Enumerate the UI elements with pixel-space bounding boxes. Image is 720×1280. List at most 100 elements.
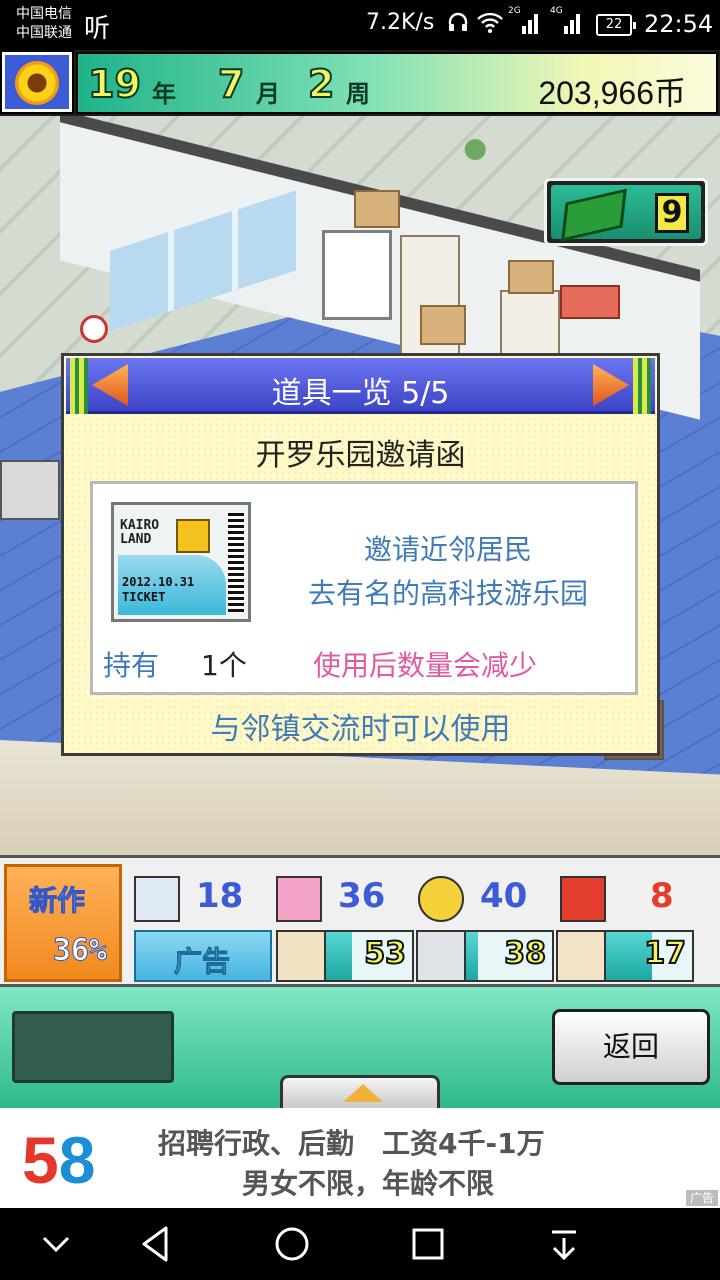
pull-down-icon [552, 1230, 576, 1261]
company-portrait[interactable] [0, 50, 74, 114]
inventory-button[interactable]: 9 [544, 178, 708, 246]
ticket-icon: KAIRO LAND 2012.10.31 TICKET [111, 502, 251, 622]
empty-slot [12, 1011, 174, 1083]
stat-bugs: 8 [650, 876, 674, 916]
ad-text-line1: 招聘行政、后勤 工资4千-1万 [158, 1127, 545, 1160]
cardboard-box [508, 260, 554, 294]
red-box [560, 285, 620, 319]
square-recents-icon [412, 1228, 444, 1260]
item-name: 开罗乐园邀请函 [255, 438, 466, 473]
circle-home-icon [275, 1227, 309, 1261]
signal-4g-label: 4G [550, 6, 563, 16]
ad-text-line2: 男女不限，年龄不限 [242, 1167, 495, 1200]
gauge-sound: 38 [416, 930, 554, 982]
gauge-value: 17 [643, 935, 687, 972]
document-icon [134, 876, 180, 922]
cardboard-box [354, 190, 400, 228]
usage-hint: 与邻镇交流时可以使用 [210, 712, 511, 747]
carrier-1: 中国电信 [16, 6, 72, 22]
barcode-icon [228, 513, 244, 613]
new-project-card[interactable]: 新作 36% [4, 864, 122, 982]
smiley-icon [418, 876, 464, 922]
stat-creativity: 36 [338, 876, 386, 916]
stat-fun: 18 [196, 876, 244, 916]
signal-2g-label: 2G [508, 6, 521, 16]
desk [0, 460, 60, 520]
headphones-icon [446, 10, 470, 39]
item-list-dialog: 道具一览 5/5 开罗乐园邀请函 KAIRO LAND 2012.10.31 T… [61, 353, 660, 756]
triangle-back-icon [142, 1226, 168, 1262]
cardboard-box [420, 305, 466, 345]
gauge-graphics: 53 [276, 930, 414, 982]
carrier-names: 中国电信 中国联通 [16, 5, 72, 43]
logo-8: 8 [58, 1123, 96, 1197]
carrier-2: 中国联通 [16, 25, 72, 41]
ticket-date: 2012.10.31 [122, 575, 195, 589]
dialog-title: 道具一览 5/5 [271, 376, 450, 411]
recents-nav-button[interactable] [404, 1222, 452, 1266]
wall-clock-icon [80, 315, 108, 343]
hide-nav-button[interactable] [32, 1222, 80, 1266]
home-nav-button[interactable] [268, 1222, 316, 1266]
logo-5: 5 [22, 1123, 59, 1197]
held-label: 持有 [103, 649, 160, 682]
month-value: 7 [217, 61, 245, 107]
held-note: 使用后数量会减少 [313, 649, 538, 682]
whiteboard [322, 230, 392, 320]
development-stats-bar[interactable]: 新作 36% 18 36 40 8 广告 53 38 17 [0, 855, 720, 987]
up-arrow-icon [343, 1084, 383, 1102]
sunflower-icon [15, 61, 59, 105]
top-hud: 19 年 7 月 2 周 203,966币 [0, 50, 720, 116]
date-money-bar: 19 年 7 月 2 周 203,966币 [76, 52, 718, 114]
money-display: 203,966币 [538, 75, 686, 111]
ticket-label: TICKET [122, 590, 166, 604]
bug-icon [560, 876, 606, 922]
navigation-bar [0, 1208, 720, 1280]
back-nav-button[interactable] [132, 1222, 180, 1266]
robot-mascot-icon [176, 519, 210, 553]
book-icon [561, 188, 627, 242]
gauge-value: 53 [363, 935, 407, 972]
battery-icon: 22 [596, 14, 636, 36]
sound-icon [418, 932, 466, 980]
year-unit: 年 [152, 80, 176, 108]
control-area: 返回 [0, 987, 720, 1108]
notification-nav-button[interactable] [540, 1222, 588, 1266]
year-value: 19 [87, 61, 142, 107]
status-bar: 中国电信 中国联通 听 7.2K/s 2G 4G 22 22:54 [0, 0, 720, 50]
net-speed: 7.2K/s [366, 10, 435, 35]
ticket-brand-line1: KAIRO [120, 518, 160, 533]
item-detail-panel: KAIRO LAND 2012.10.31 TICKET 邀请近邻居民 去有名的… [90, 481, 638, 695]
description-line1: 邀请近邻居民 [363, 533, 532, 566]
new-project-label: 新作 [28, 884, 86, 918]
ad-banner[interactable]: 58 招聘行政、后勤 工资4千-1万 男女不限，年龄不限 广告 [0, 1108, 720, 1208]
inventory-button-face: 9 [551, 185, 701, 242]
ticket-brand-line2: LAND [120, 532, 152, 547]
chevron-down-icon [42, 1236, 70, 1253]
signal-2g-icon: 2G [508, 6, 542, 41]
signal-4g-icon: 4G [550, 6, 584, 41]
dialog-header: 道具一览 5/5 [66, 358, 655, 414]
ticket-brand: KAIRO LAND [120, 519, 159, 547]
ad-label: 广告 [173, 945, 231, 979]
stat-graphics: 40 [480, 876, 528, 916]
character-icon [558, 932, 606, 980]
back-button[interactable]: 返回 [552, 1009, 710, 1085]
painting-icon [278, 932, 326, 980]
ad-button[interactable]: 广告 [134, 930, 272, 982]
computer-icon [276, 876, 322, 922]
new-project-progress: 36% [52, 933, 107, 969]
description-line2: 去有名的高科技游乐园 [307, 577, 588, 610]
item-description: 邀请近邻居民 去有名的高科技游乐园 [273, 528, 623, 616]
week-unit: 周 [346, 80, 370, 108]
week-value: 2 [307, 61, 335, 107]
gauge-value: 38 [503, 935, 547, 972]
listen-app-icon: 听 [84, 14, 111, 44]
expand-menu-button[interactable] [280, 1075, 440, 1108]
ticket-text: 2012.10.31 TICKET [122, 575, 194, 605]
gauge-character: 17 [556, 930, 694, 982]
clock: 22:54 [644, 10, 714, 38]
58-logo: 58 [22, 1118, 116, 1202]
month-unit: 月 [256, 80, 280, 108]
ad-tag: 广告 [685, 1190, 718, 1206]
